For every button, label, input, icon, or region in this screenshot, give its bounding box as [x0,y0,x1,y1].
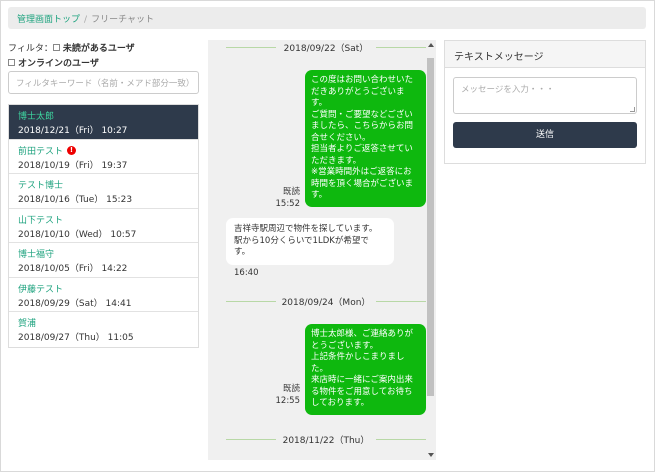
date-separator: 2018/09/24（Mon） [226,295,426,308]
date-separator: 2018/09/22（Sat） [226,41,426,54]
chat-history-panel[interactable]: 2018/09/22（Sat） 既読 15:52 この度はお問い合わせいた だき… [208,40,436,460]
breadcrumb-current: フリーチャット [91,15,154,25]
message-line: た。 [311,363,329,374]
breadcrumb: 管理画面トップ / フリーチャット [8,7,646,29]
scroll-up-arrow-icon[interactable] [428,43,434,47]
message-line: す。 [311,98,328,108]
user-name-text: 前田テスト [18,146,64,157]
message-meta: 既読 15:52 [272,186,301,210]
text-message-panel: テキストメッセージ メッセージを入力・・・ 送信 [444,40,646,164]
unread-filter-label[interactable]: 未読があるユーザ [63,41,135,54]
read-status: 既読 [282,384,300,394]
chat-scrollbar[interactable] [426,40,436,460]
user-name: 伊藤テスト [18,282,189,295]
message-time: 15:52 [275,199,301,209]
resize-handle-icon[interactable] [630,107,635,112]
message-line: ましたら、こちらからお問 [311,121,414,131]
message-line: 博士太郎様、ご連絡ありが [311,329,414,339]
user-list-item[interactable]: 前田テスト! 2018/10/19（Fri） 19:37 [9,140,198,174]
message-line: この度はお問い合わせいた [311,75,414,85]
user-list: 博士太郎 2018/12/21（Fri） 10:27 前田テスト! 2018/1… [8,104,199,348]
filter-label: フィルタ： [8,44,53,54]
message-line: 上記条件かしこまりまし [311,352,405,362]
message-line: とうございます。 [311,340,379,351]
user-name-text: 山下テスト [18,215,64,226]
message-bubble-sent: この度はお問い合わせいた だきありがとうございま す。 ご質問・ご要望などござい… [305,70,426,207]
message-bubble-sent: 博士太郎様、ご連絡ありが とうございます。 上記条件かしこまりまし た。 来店時… [305,324,426,415]
user-name: 博士太郎 [18,109,189,122]
message-line: だきありがとうございま [311,86,405,97]
user-name: 博士福守 [18,247,189,260]
filter-row-unread: フィルタ： 未読があるユーザ [8,41,135,54]
user-name: テスト博士 [18,178,189,191]
user-list-item[interactable]: 伊藤テスト 2018/09/29（Sat） 14:41 [9,278,198,312]
message-line: す。 [311,190,328,200]
scrollbar-thumb[interactable] [427,58,434,396]
user-last-time: 2018/10/19（Fri） 19:37 [18,160,128,171]
user-last-time: 2018/10/05（Fri） 14:22 [18,264,128,274]
message-line: 来店時に一緒にご案内出来 [311,375,413,385]
user-name-text: テスト博士 [18,181,64,191]
message-line: 合せください。 [311,132,371,143]
user-name-text: 博士太郎 [18,112,55,122]
user-last-time: 2018/10/16（Tue） 15:23 [18,195,133,205]
message-input[interactable]: メッセージを入力・・・ [453,77,637,114]
panel-title: テキストメッセージ [445,41,645,68]
message-line: ※営業時間外はご返答にお [311,167,412,177]
user-list-item[interactable]: 博士太郎 2018/12/21（Fri） 10:27 [9,105,198,140]
user-last-time: 2018/09/29（Sat） 14:41 [18,298,132,309]
message-line: ご質問・ご要望などござい [311,109,413,120]
user-list-item[interactable]: 博士福守 2018/10/05（Fri） 14:22 [9,243,198,278]
message-time: 12:55 [275,396,301,406]
scroll-down-arrow-icon[interactable] [428,453,434,457]
user-list-item[interactable]: 山下テスト 2018/10/10（Wed） 10:57 [9,209,198,243]
online-filter-label[interactable]: オンラインのユーザ [18,56,99,69]
message-line: 時間を頂く場合がございま [311,178,414,189]
user-name: 前田テスト! [18,144,189,157]
read-status: 既読 [282,187,300,197]
user-last-time: 2018/10/10（Wed） 10:57 [18,229,137,240]
breadcrumb-home-link[interactable]: 管理画面トップ [17,15,80,25]
user-last-time: 2018/12/21（Fri） 10:27 [18,126,128,136]
filter-row-online: オンラインのユーザ [8,56,99,69]
unread-filter-checkbox[interactable] [52,44,60,51]
message-line: しております。 [311,398,370,408]
date-separator: 2018/11/22（Thu） [226,433,426,446]
send-button[interactable]: 送信 [453,122,637,148]
user-name: 山下テスト [18,213,189,226]
message-input-placeholder: メッセージを入力・・・ [461,85,555,95]
filter-keyword-input[interactable]: フィルタキーワード（名前・メアド部分一致） [8,71,199,94]
message-line: 吉祥寺駅周辺で物件を探しています。 [234,224,378,234]
online-filter-checkbox[interactable] [8,59,15,66]
user-name-text: 伊藤テスト [18,284,64,295]
user-name: 賀浦 [18,316,189,329]
unread-badge-icon: ! [67,145,77,155]
user-list-item[interactable]: 賀浦 2018/09/27（Thu） 11:05 [9,312,198,347]
message-line: ただきます。 [311,155,362,166]
user-name-text: 博士福守 [18,250,55,260]
message-time: 16:40 [234,268,259,278]
user-name-text: 賀浦 [18,319,37,329]
user-last-time: 2018/09/27（Thu） 11:05 [18,333,134,343]
message-bubble-received: 吉祥寺駅周辺で物件を探しています。 駅から10分くらいで1LDKが希望で す。 [226,218,394,265]
user-list-item[interactable]: テスト博士 2018/10/16（Tue） 15:23 [9,174,198,209]
message-line: 駅から10分くらいで1LDKが希望で [234,235,369,246]
message-meta: 既読 12:55 [272,383,301,407]
message-line: る物件をご用意してお待ち [311,386,413,397]
breadcrumb-separator: / [84,15,88,25]
message-line: す。 [234,247,251,257]
message-line: 担当者よりご返答させてい [311,144,413,154]
